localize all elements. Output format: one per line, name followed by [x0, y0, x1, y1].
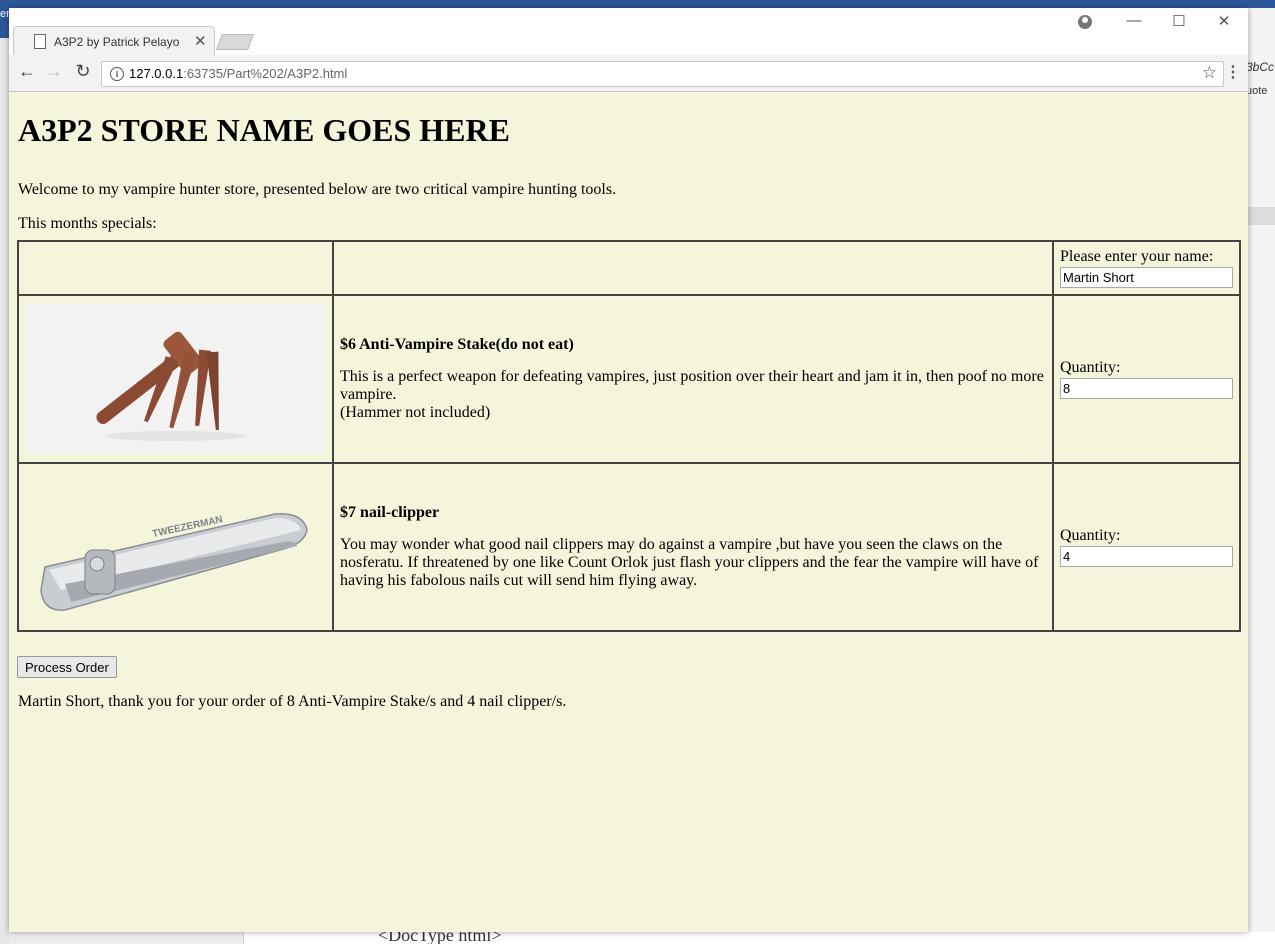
- product-description: You may wonder what good nail clippers m…: [340, 536, 1039, 589]
- quantity-label: Quantity:: [1060, 359, 1121, 376]
- url-text[interactable]: 127.0.0.1:63735/Part%202/A3P2.html: [129, 66, 347, 81]
- account-icon[interactable]: [1078, 15, 1092, 29]
- background-ruler: [1248, 207, 1275, 225]
- minimize-button[interactable]: —: [1114, 12, 1154, 29]
- product-title: $6 Anti-Vampire Stake(do not eat): [340, 336, 574, 353]
- quantity-cell: Quantity:: [1052, 462, 1241, 632]
- page-content: A3P2 STORE NAME GOES HERE Welcome to my …: [9, 92, 1248, 932]
- quantity-label: Quantity:: [1060, 527, 1121, 544]
- order-confirmation-text: Martin Short, thank you for your order o…: [18, 693, 567, 710]
- product-image-cell: TWEEZERMAN: [17, 462, 334, 632]
- url-host: 127.0.0.1: [129, 66, 184, 81]
- product-description-cell: $7 nail-clipper You may wonder what good…: [332, 462, 1054, 632]
- process-order-button[interactable]: Process Order: [17, 656, 117, 678]
- nail-clipper-image: TWEEZERMAN: [25, 472, 324, 622]
- close-window-button[interactable]: ✕: [1204, 12, 1244, 30]
- stake-quantity-input[interactable]: [1060, 378, 1233, 399]
- tab-title: A3P2 by Patrick Pelayo: [54, 35, 180, 49]
- page-title: A3P2 STORE NAME GOES HERE: [18, 112, 510, 148]
- table-row: TWEEZERMAN $7 nail-clipper You may wonde…: [17, 462, 1241, 632]
- reload-icon[interactable]: ↻: [71, 61, 95, 82]
- table-cell: [17, 240, 334, 296]
- back-arrow-icon[interactable]: ←: [15, 61, 39, 82]
- browser-toolbar: ← → ↻ i 127.0.0.1:63735/Part%202/A3P2.ht…: [9, 55, 1248, 92]
- background-left-tab: er: [0, 8, 9, 38]
- background-style-preview: 3bCc: [1246, 60, 1275, 74]
- background-left-strip: [0, 8, 9, 944]
- background-left-text: er: [0, 8, 9, 20]
- name-label: Please enter your name:: [1060, 248, 1214, 265]
- quantity-cell: Quantity:: [1052, 294, 1241, 464]
- background-app-titlebar: [0, 0, 1275, 8]
- browser-titlebar: A3P2 by Patrick Pelayo ✕ — ☐ ✕: [9, 8, 1248, 57]
- new-tab-button[interactable]: [216, 34, 254, 50]
- product-table: Please enter your name: Martin Short $6 …: [17, 240, 1241, 632]
- product-title: $7 nail-clipper: [340, 504, 440, 521]
- name-cell: Please enter your name:: [1052, 240, 1241, 296]
- close-tab-icon[interactable]: ✕: [194, 32, 207, 50]
- background-right-strip: [1248, 8, 1275, 944]
- browser-tab-active[interactable]: A3P2 by Patrick Pelayo ✕: [13, 26, 215, 57]
- background-navigation-pane: [9, 932, 244, 944]
- maximize-button[interactable]: ☐: [1159, 12, 1199, 30]
- welcome-text: Welcome to my vampire hunter store, pres…: [18, 181, 617, 198]
- forward-arrow-icon[interactable]: →: [42, 61, 66, 82]
- info-icon[interactable]: i: [110, 67, 124, 81]
- table-cell: [332, 240, 1054, 296]
- table-row: Please enter your name:: [17, 240, 1241, 296]
- browser-menu-icon[interactable]: ⋮: [1223, 62, 1243, 82]
- background-style-label: uote: [1246, 85, 1268, 97]
- stake-image: [25, 304, 324, 454]
- document-icon: [34, 34, 46, 49]
- url-path: :63735/Part%202/A3P2.html: [183, 66, 348, 81]
- table-row: $6 Anti-Vampire Stake(do not eat) This i…: [17, 294, 1241, 464]
- product-image-cell: [17, 294, 334, 464]
- specials-text: This months specials:: [18, 215, 157, 232]
- address-bar[interactable]: i 127.0.0.1:63735/Part%202/A3P2.html ☆: [101, 61, 1224, 87]
- product-description: This is a perfect weapon for defeating v…: [340, 368, 1046, 422]
- browser-window: A3P2 by Patrick Pelayo ✕ — ☐ ✕ ← → ↻ i 1…: [9, 8, 1248, 932]
- product-description-cell: $6 Anti-Vampire Stake(do not eat) This i…: [332, 294, 1054, 464]
- clipper-quantity-input[interactable]: [1060, 546, 1233, 567]
- product-description-line: This is a perfect weapon for defeating v…: [340, 368, 1044, 403]
- name-input[interactable]: [1060, 267, 1233, 288]
- bookmark-star-icon[interactable]: ☆: [1202, 63, 1217, 83]
- product-note: (Hammer not included): [340, 404, 491, 421]
